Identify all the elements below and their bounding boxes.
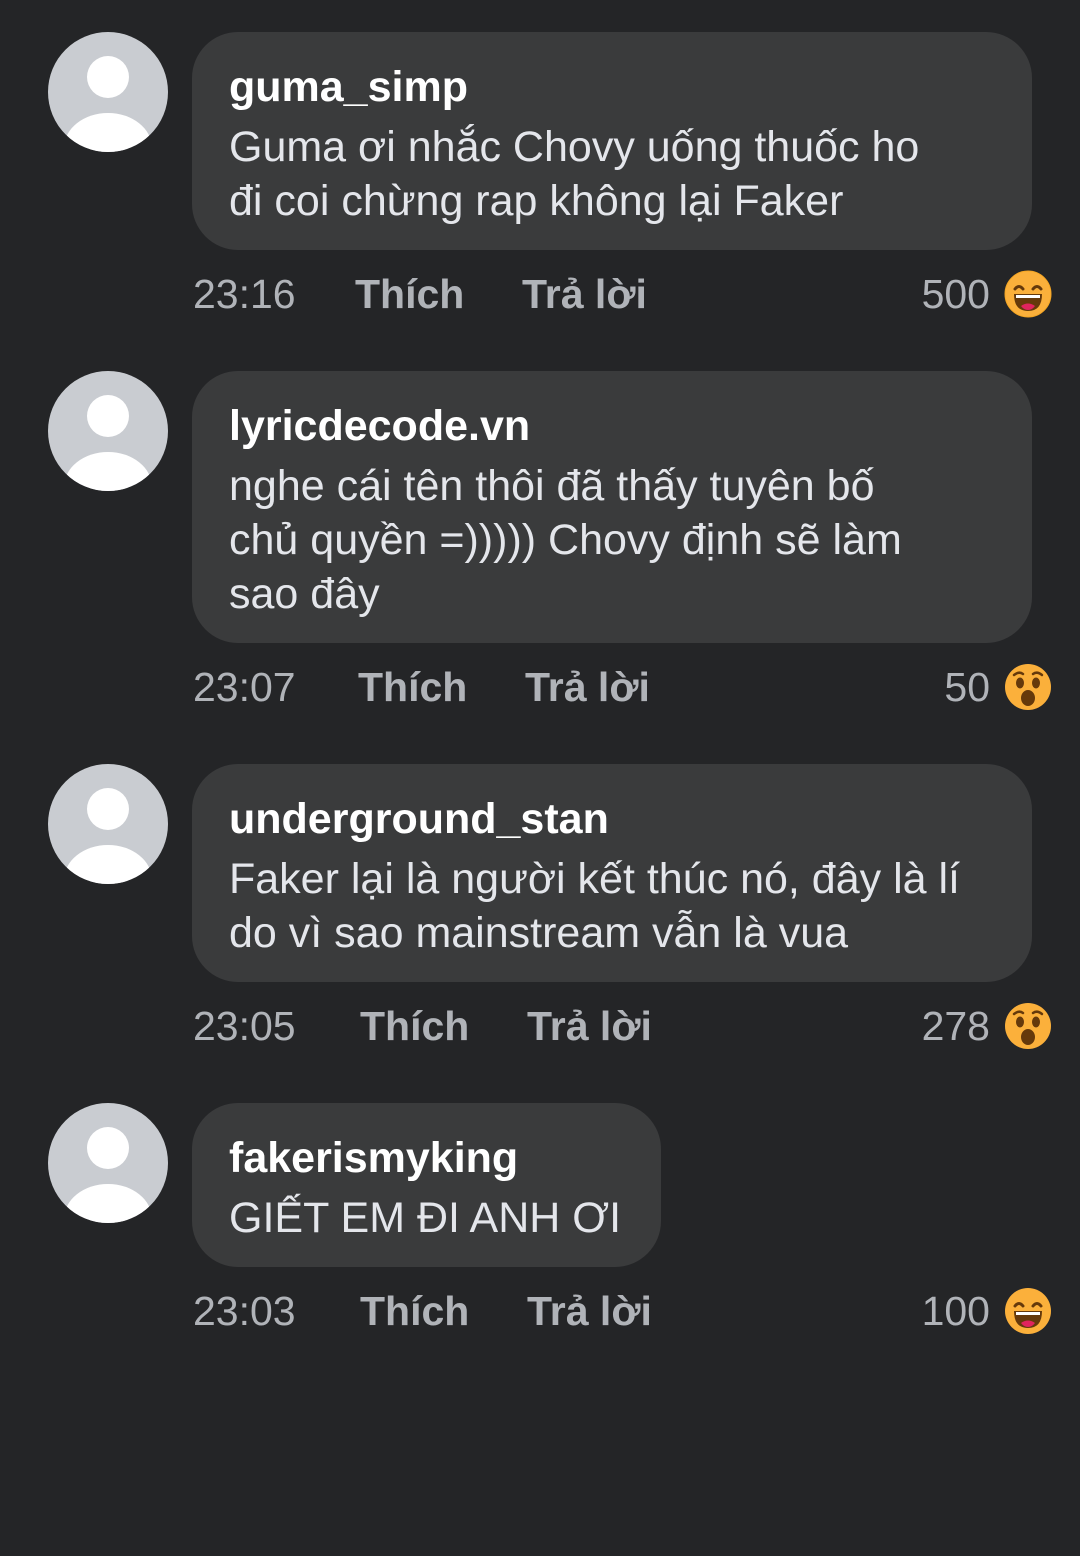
laughing-emoji-icon [1005, 1288, 1051, 1334]
comment-meta: 23:03 Thích Trả lời 100 [0, 1287, 1080, 1335]
comment-text: GIẾT EM ĐI ANH ƠI [229, 1194, 622, 1242]
comment-timestamp: 23:03 [193, 1288, 296, 1334]
like-button[interactable]: Thích [360, 1287, 469, 1335]
reaction-summary[interactable]: 500 [922, 270, 1052, 318]
default-avatar-icon[interactable] [48, 764, 168, 884]
comment-meta: 23:07 Thích Trả lời 50 [0, 663, 1080, 711]
reaction-count: 500 [921, 271, 990, 317]
reply-button[interactable]: Trả lời [527, 1002, 652, 1050]
comment-username[interactable]: underground_stan [229, 792, 996, 846]
default-avatar-icon[interactable] [48, 1103, 168, 1223]
like-button[interactable]: Thích [360, 1002, 469, 1050]
reaction-count: 100 [921, 1288, 990, 1334]
comment-username[interactable]: guma_simp [229, 60, 996, 114]
comment-username[interactable]: fakerismyking [229, 1131, 625, 1185]
reaction-summary[interactable]: 100 [922, 1287, 1052, 1335]
wow-emoji-icon [1005, 664, 1051, 710]
comment-bubble[interactable]: guma_simp Guma ơi nhắc Chovy uống thuốc … [192, 32, 1032, 250]
comment-username[interactable]: lyricdecode.vn [229, 399, 996, 453]
comment-timestamp: 23:05 [193, 1003, 296, 1049]
like-button[interactable]: Thích [358, 663, 467, 711]
default-avatar-icon[interactable] [48, 371, 168, 491]
comment-meta: 23:16 Thích Trả lời 500 [0, 270, 1080, 318]
like-button[interactable]: Thích [355, 270, 464, 318]
default-avatar-icon[interactable] [48, 32, 168, 152]
reaction-summary[interactable]: 50 [944, 663, 1052, 711]
comment-bubble[interactable]: lyricdecode.vn nghe cái tên thôi đã thấy… [192, 371, 1032, 643]
reaction-summary[interactable]: 278 [922, 1002, 1052, 1050]
laughing-emoji-icon [1004, 270, 1052, 318]
comment-text: Faker lại là người kết thúc nó, đây là l… [229, 855, 960, 957]
reply-button[interactable]: Trả lời [527, 1287, 652, 1335]
comment-timestamp: 23:16 [193, 271, 296, 317]
comment-timestamp: 23:07 [193, 664, 296, 710]
reaction-count: 278 [921, 1003, 990, 1049]
comment-bubble[interactable]: underground_stan Faker lại là người kết … [192, 764, 1032, 982]
reply-button[interactable]: Trả lời [522, 270, 647, 318]
comment-text: nghe cái tên thôi đã thấy tuyên bố chủ q… [229, 462, 902, 618]
reaction-count: 50 [944, 664, 990, 710]
wow-emoji-icon [1005, 1003, 1051, 1049]
reply-button[interactable]: Trả lời [525, 663, 650, 711]
comment-meta: 23:05 Thích Trả lời 278 [0, 1002, 1080, 1050]
comment-text: Guma ơi nhắc Chovy uống thuốc ho đi coi … [229, 123, 920, 225]
comment-bubble[interactable]: fakerismyking GIẾT EM ĐI ANH ƠI [192, 1103, 661, 1267]
